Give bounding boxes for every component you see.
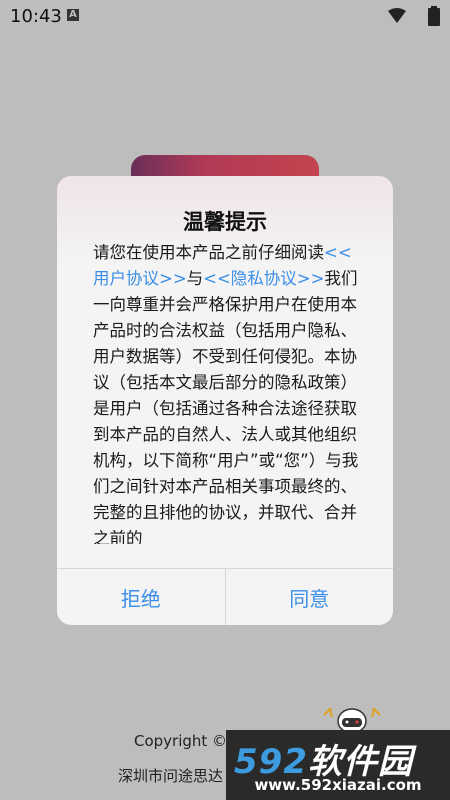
dialog-button-row: 拒绝 同意 bbox=[57, 568, 393, 625]
copyright-text: Copyright © bbox=[134, 732, 228, 750]
body-conjunction: 与 bbox=[186, 269, 204, 288]
notification-icon: A bbox=[67, 9, 79, 21]
company-name: 深圳市问途思达 bbox=[118, 767, 224, 785]
body-content: 我们一向尊重并会严格保护用户在使用本产品时的合法权益（包括用户隐私、用户数据等）… bbox=[93, 269, 359, 544]
status-bar: 10:43 A bbox=[0, 0, 450, 32]
watermark-logo: 592软件园 www.592xiazai.com bbox=[226, 730, 450, 800]
reject-button[interactable]: 拒绝 bbox=[57, 569, 225, 625]
dialog-title: 温馨提示 bbox=[183, 210, 267, 234]
dialog-body[interactable]: 请您在使用本产品之前仔细阅读<<用户协议>>与<<隐私协议>>我们一向尊重并会严… bbox=[93, 240, 359, 544]
body-intro: 请您在使用本产品之前仔细阅读 bbox=[93, 243, 324, 262]
battery-icon bbox=[428, 6, 440, 30]
status-time: 10:43 bbox=[10, 6, 62, 27]
privacy-policy-link[interactable]: <<隐私协议>> bbox=[203, 269, 324, 288]
privacy-dialog: 温馨提示 请您在使用本产品之前仔细阅读<<用户协议>>与<<隐私协议>>我们一向… bbox=[57, 176, 393, 625]
watermark-url: www.592xiazai.com bbox=[254, 776, 422, 794]
wifi-icon bbox=[388, 8, 406, 28]
agree-button[interactable]: 同意 bbox=[224, 569, 394, 625]
